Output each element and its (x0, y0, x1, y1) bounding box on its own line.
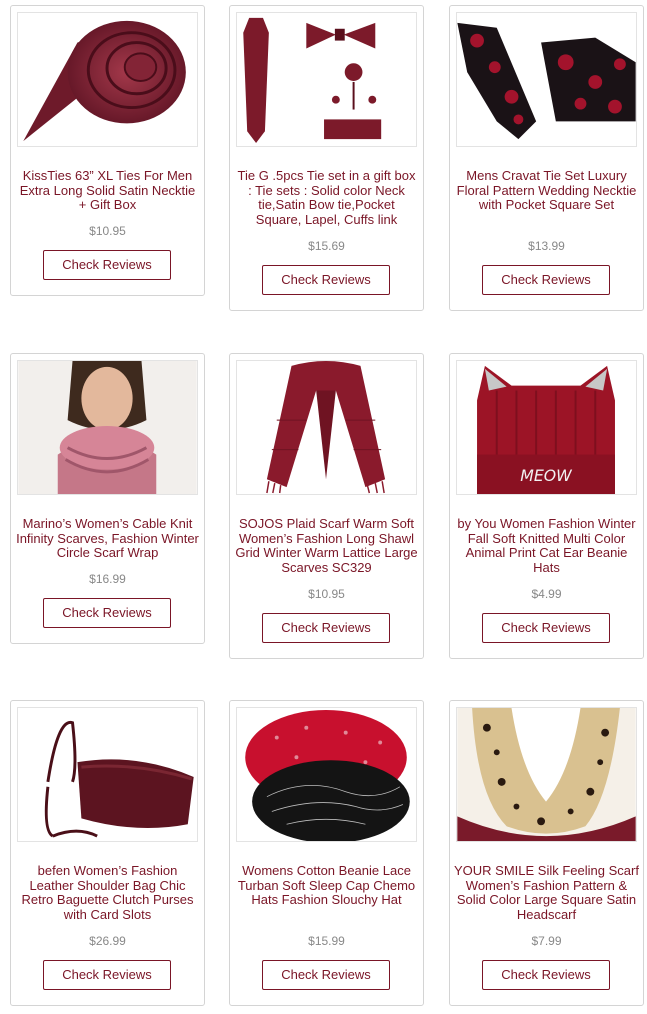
product-image-floral-tie[interactable] (456, 12, 637, 147)
product-price: $15.69 (308, 239, 345, 253)
check-reviews-button[interactable]: Check Reviews (43, 598, 171, 628)
check-reviews-button[interactable]: Check Reviews (262, 613, 390, 643)
product-image-cable-knit-scarf[interactable] (17, 360, 198, 495)
beanie-text: MEOW (520, 466, 573, 485)
product-title[interactable]: SOJOS Plaid Scarf Warm Soft Women’s Fash… (234, 516, 419, 576)
plaid-scarf-image (266, 361, 386, 494)
tie-set-image (243, 17, 382, 144)
check-reviews-button[interactable]: Check Reviews (482, 265, 610, 295)
product-price: $15.99 (308, 934, 345, 948)
product-price: $7.99 (531, 934, 562, 948)
product-title[interactable]: YOUR SMILE Silk Feeling Scarf Women’s Fa… (454, 863, 639, 923)
check-reviews-button[interactable]: Check Reviews (43, 250, 171, 280)
silk-scarf-image (457, 708, 636, 841)
product-card: Womens Cotton Beanie Lace Turban Soft Sl… (229, 700, 424, 1006)
product-price: $4.99 (531, 587, 562, 601)
product-card: Tie G .5pcs Tie set in a gift box : Tie … (229, 5, 424, 311)
product-image-lace-turban[interactable] (236, 707, 417, 842)
check-reviews-button[interactable]: Check Reviews (262, 265, 390, 295)
check-reviews-button[interactable]: Check Reviews (482, 960, 610, 990)
product-card: KissTies 63” XL Ties For Men Extra Long … (10, 5, 205, 296)
knit-scarf-image (18, 361, 197, 494)
product-card: MEOW by You Women Fashion Winter Fall So… (449, 353, 644, 659)
product-image-shoulder-bag[interactable] (17, 707, 198, 842)
product-image-cat-ear-beanie[interactable]: MEOW (456, 360, 637, 495)
necktie-image (23, 20, 186, 142)
product-price: $10.95 (308, 587, 345, 601)
check-reviews-button[interactable]: Check Reviews (482, 613, 610, 643)
shoulder-bag-image (44, 721, 194, 838)
product-title[interactable]: befen Women’s Fashion Leather Shoulder B… (15, 863, 200, 923)
cat-beanie-image: MEOW (477, 365, 615, 494)
product-title[interactable]: Mens Cravat Tie Set Luxury Floral Patter… (454, 168, 639, 213)
product-title[interactable]: Womens Cotton Beanie Lace Turban Soft Sl… (234, 863, 419, 908)
product-title[interactable]: Marino’s Women’s Cable Knit Infinity Sca… (15, 516, 200, 561)
product-title[interactable]: by You Women Fashion Winter Fall Soft Kn… (454, 516, 639, 576)
product-image-tie-set[interactable] (236, 12, 417, 147)
product-card: Marino’s Women’s Cable Knit Infinity Sca… (10, 353, 205, 644)
product-card: SOJOS Plaid Scarf Warm Soft Women’s Fash… (229, 353, 424, 659)
product-price: $10.95 (89, 224, 126, 238)
check-reviews-button[interactable]: Check Reviews (43, 960, 171, 990)
floral-tie-image (457, 22, 636, 140)
product-image-necktie[interactable] (17, 12, 198, 147)
product-card: befen Women’s Fashion Leather Shoulder B… (10, 700, 205, 1006)
product-price: $16.99 (89, 572, 126, 586)
lace-turban-image (245, 709, 410, 841)
product-title[interactable]: KissTies 63” XL Ties For Men Extra Long … (15, 168, 200, 213)
product-card: Mens Cravat Tie Set Luxury Floral Patter… (449, 5, 644, 311)
product-price: $26.99 (89, 934, 126, 948)
product-price: $13.99 (528, 239, 565, 253)
product-title[interactable]: Tie G .5pcs Tie set in a gift box : Tie … (234, 168, 419, 228)
product-card: YOUR SMILE Silk Feeling Scarf Women’s Fa… (449, 700, 644, 1006)
check-reviews-button[interactable]: Check Reviews (262, 960, 390, 990)
product-image-plaid-scarf[interactable] (236, 360, 417, 495)
product-image-silk-headscarf[interactable] (456, 707, 637, 842)
